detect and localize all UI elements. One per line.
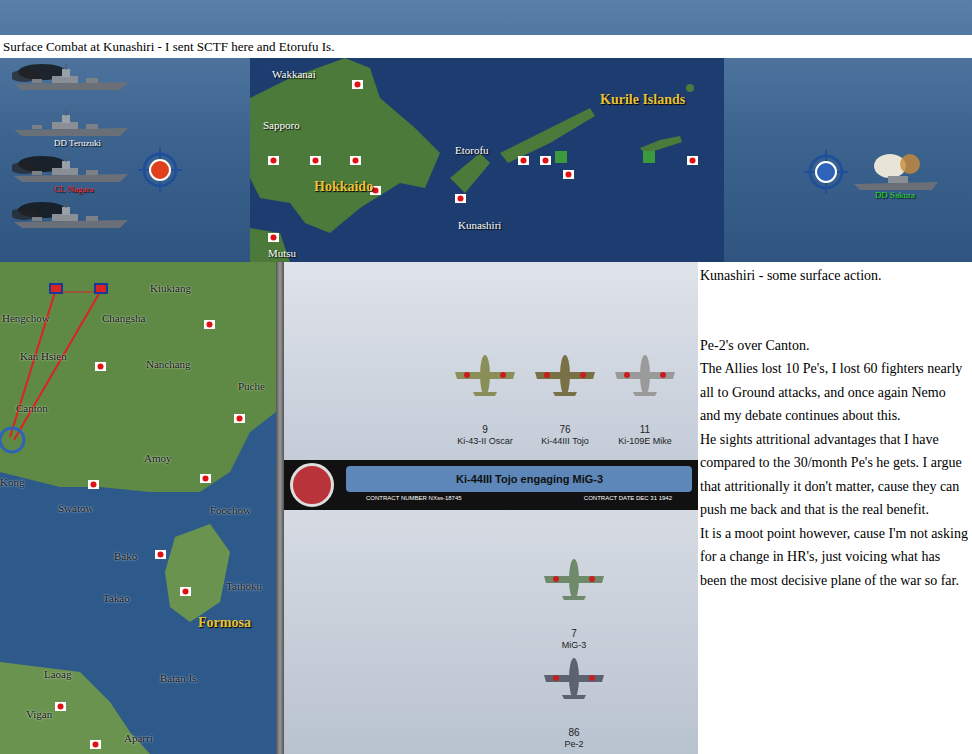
map-label: Swatow (58, 500, 93, 517)
commentary-paragraph: Pe-2's over Canton. The Allies lost 10 P… (700, 334, 968, 593)
attacker-plane: 76Ki-44III Tojo (525, 352, 605, 460)
allied-fleet: DD Sakura (724, 58, 972, 262)
ship-label: DD Teruzuki (54, 138, 101, 148)
map-label: Kurile Islands (600, 89, 685, 110)
ship (12, 202, 250, 240)
plane-count: 9 (482, 424, 488, 436)
explosion-icon (850, 154, 940, 190)
contract-number: CONTRACT NUMBER NXss-18745 (366, 492, 462, 504)
plane-count: 86 (568, 727, 579, 739)
plane-name: Ki-43-II Oscar (457, 436, 513, 447)
engagement-banner: Ki-44III Tojo engaging MiG-3CONTRACT NUM… (284, 460, 698, 510)
ship-icon (12, 202, 130, 230)
map-label: Nanchang (146, 356, 191, 373)
ship-icon (12, 110, 130, 138)
japanese-fleet: DD Teruzuki CL Nagara (0, 58, 250, 262)
target-icon (804, 150, 848, 194)
combat-report: 9Ki-43-II Oscar76Ki-44III Tojo11Ki-109E … (284, 262, 698, 754)
china-map: Kiukiang Hengchow Changsha Kan Hsien Nanchan… (0, 262, 276, 754)
map-label: Laoag (44, 666, 71, 683)
ship: CL Nagara (12, 156, 250, 194)
map-label: Hokkaido (314, 176, 373, 197)
plane-name: Pe-2 (564, 739, 583, 750)
plane-icon (613, 352, 677, 398)
commentary-paragraph: Kunashiri - some surface action. (700, 264, 968, 288)
nation-roundel-icon (290, 463, 334, 507)
map-label: Taihoku (226, 578, 262, 595)
surface-combat-band: Surface Combat at Kunashiri - I sent SCT… (0, 0, 972, 262)
plane-icon (542, 655, 606, 701)
map-label: Mutsu (268, 245, 296, 262)
defender-sky: 7MiG-386Pe-2 (284, 510, 698, 754)
panel-separator (276, 262, 284, 754)
plane-icon (542, 556, 606, 602)
map-label: Kong (0, 474, 24, 491)
defender-plane: 7MiG-3 (534, 556, 614, 651)
contract-date: CONTRACT DATE DEC 31 1942 (584, 492, 672, 504)
plane-count: 7 (571, 628, 577, 640)
plane-name: MiG-3 (562, 640, 587, 651)
plane-count: 76 (559, 424, 570, 436)
screen: Surface Combat at Kunashiri - I sent SCT… (0, 0, 972, 754)
ship-icon (12, 64, 130, 92)
ship-label: CL Nagara (54, 184, 93, 194)
land-icon (250, 58, 724, 262)
attacker-plane: 11Ki-109E Mike (605, 352, 685, 460)
map-label: Hengchow (2, 310, 50, 327)
map-label: Etorofu (455, 142, 489, 159)
defender-plane: 86Pe-2 (534, 655, 614, 750)
ship: DD Teruzuki (12, 110, 250, 148)
plane-icon (533, 352, 597, 398)
map-label: Kunashiri (458, 217, 501, 234)
map-label: Wakkanai (272, 66, 316, 83)
ship-icon (12, 156, 130, 184)
plane-icon (453, 352, 517, 398)
plane-count: 11 (640, 424, 650, 436)
map-label: Foochow (210, 502, 251, 519)
attacker-plane: 9Ki-43-II Oscar (445, 352, 525, 460)
target-icon (138, 148, 182, 192)
air-combat-band: Kiukiang Hengchow Changsha Kan Hsien Nanchan… (0, 262, 972, 754)
title-bar: Surface Combat at Kunashiri - I sent SCT… (0, 35, 972, 58)
map-label: Aparri (124, 730, 153, 747)
map-label: Vigan (26, 706, 52, 723)
map-label: Takao (103, 590, 130, 607)
map-label: Kiukiang (150, 280, 191, 297)
map-label: Sapporo (263, 117, 300, 134)
map-label: Bako (114, 548, 137, 565)
map-label: Amoy (144, 450, 172, 467)
banner-title: Ki-44III Tojo engaging MiG-3 (346, 466, 692, 492)
map-label: Changsha (102, 310, 145, 327)
ship (12, 64, 250, 102)
attacker-sky: 9Ki-43-II Oscar76Ki-44III Tojo11Ki-109E … (284, 262, 698, 460)
map-label: Kan Hsien (20, 348, 67, 365)
map-label: Formosa (198, 612, 251, 633)
commentary: Kunashiri - some surface action. Pe-2's o… (698, 262, 972, 754)
map-label: Batan Is. (160, 670, 199, 687)
map-label: Canton (16, 400, 48, 417)
plane-name: Ki-44III Tojo (541, 436, 588, 447)
kurile-map: Wakkanai Sapporo Hokkaido Etorofu Kurile Isl… (250, 58, 724, 262)
plane-name: Ki-109E Mike (618, 436, 672, 447)
map-label: Puche (238, 378, 265, 395)
ship-label: DD Sakura (875, 190, 915, 200)
